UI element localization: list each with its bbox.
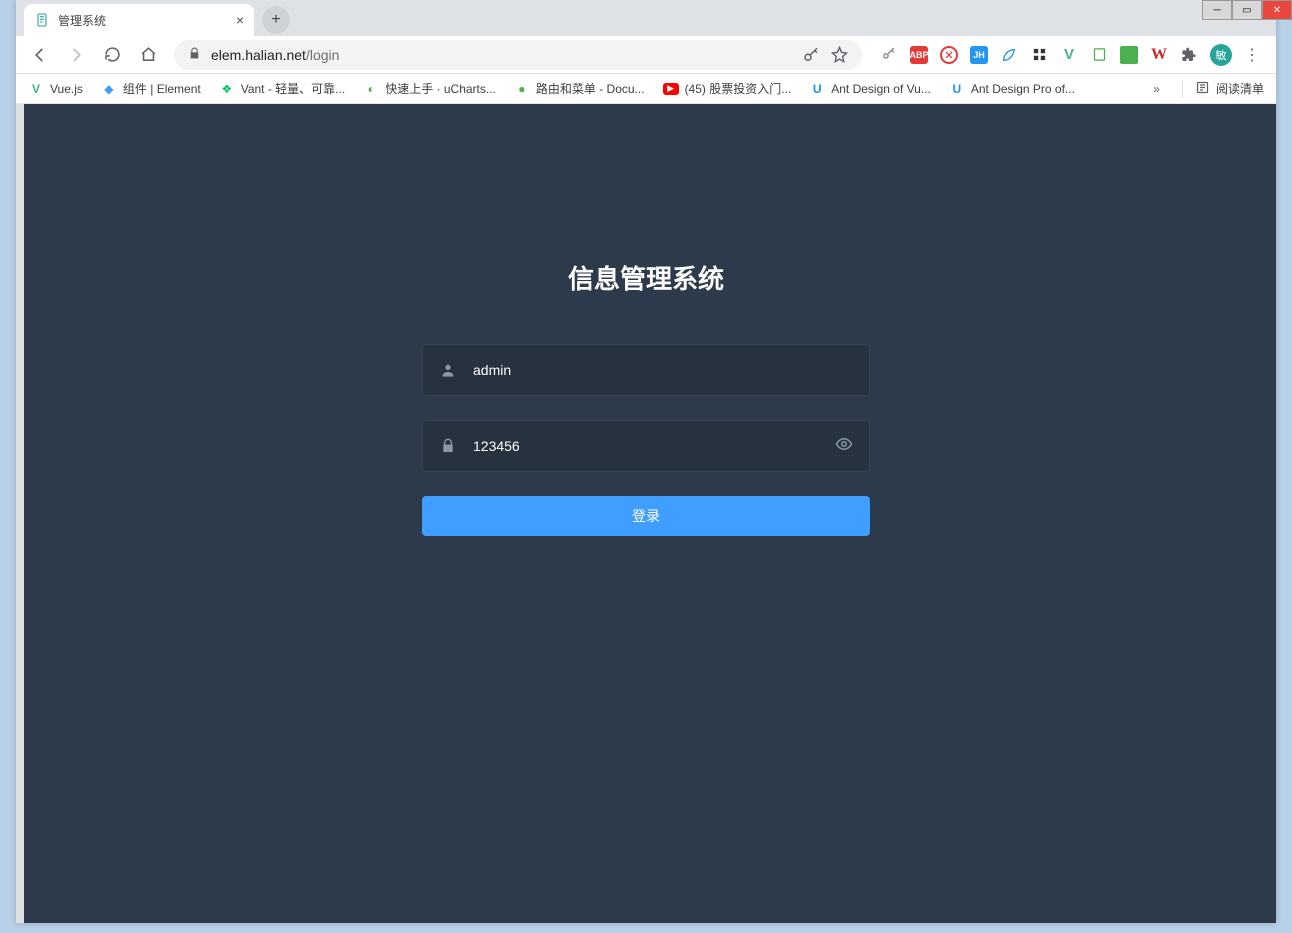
username-field-wrap	[422, 344, 870, 396]
bookmark-item[interactable]: ▶ (45) 股票投资入门...	[663, 80, 792, 97]
bookmark-icon: U	[809, 81, 825, 97]
password-key-icon[interactable]	[802, 46, 820, 64]
star-icon[interactable]	[830, 46, 848, 64]
bookmark-label: Ant Design of Vu...	[831, 82, 931, 96]
tab-strip: 管理系统 × +	[16, 0, 1276, 36]
bookmark-icon: ◐	[363, 81, 379, 97]
username-input[interactable]	[473, 345, 853, 395]
tab-title: 管理系统	[58, 12, 228, 29]
profile-avatar[interactable]: 敏	[1210, 44, 1232, 66]
address-bar[interactable]: elem.halian.net/login	[174, 40, 862, 70]
password-field-wrap	[422, 420, 870, 472]
extension-note-icon[interactable]	[1090, 46, 1108, 64]
tab-close-icon[interactable]: ×	[236, 12, 244, 28]
bookmark-label: (45) 股票投资入门...	[685, 80, 792, 97]
bookmark-label: 路由和菜单 - Docu...	[536, 80, 645, 97]
extension-vue-icon[interactable]: V	[1060, 46, 1078, 64]
bookmark-item[interactable]: U Ant Design Pro of...	[949, 81, 1075, 97]
bookmark-item[interactable]: ❖ Vant - 轻量、可靠...	[219, 80, 345, 97]
bookmark-icon: V	[28, 81, 44, 97]
extension-key-icon[interactable]	[880, 46, 898, 64]
login-form: 登录	[422, 344, 870, 536]
bookmarks-overflow-button[interactable]: »	[1149, 82, 1164, 96]
bookmark-icon: ❖	[219, 81, 235, 97]
window-close-button[interactable]: ✕	[1262, 0, 1292, 20]
bookmark-icon: ●	[514, 81, 530, 97]
toggle-password-visibility-icon[interactable]	[835, 435, 853, 458]
user-icon	[439, 362, 457, 378]
browser-toolbar: elem.halian.net/login ABP JH	[16, 36, 1276, 74]
bookmark-label: Vant - 轻量、可靠...	[241, 80, 345, 97]
bookmark-item[interactable]: ● 路由和菜单 - Docu...	[514, 80, 645, 97]
bookmark-label: Vue.js	[50, 82, 83, 96]
page-viewport: 信息管理系统 登录	[16, 104, 1276, 923]
login-button[interactable]: 登录	[422, 496, 870, 536]
bookmark-icon: ▶	[663, 83, 679, 95]
bookmark-icon: ◆	[101, 81, 117, 97]
bookmark-item[interactable]: ◆ 组件 | Element	[101, 80, 201, 97]
reading-list-button[interactable]: 阅读清单	[1182, 80, 1264, 98]
forward-button[interactable]	[60, 39, 92, 71]
window-controls: ─ ▭ ✕	[1202, 0, 1292, 20]
extension-jh-icon[interactable]: JH	[970, 46, 988, 64]
browser-tab[interactable]: 管理系统 ×	[24, 4, 254, 36]
window-minimize-button[interactable]: ─	[1202, 0, 1232, 20]
new-tab-button[interactable]: +	[262, 6, 290, 34]
bookmarks-bar: V Vue.js ◆ 组件 | Element ❖ Vant - 轻量、可靠..…	[16, 74, 1276, 104]
bookmark-item[interactable]: V Vue.js	[28, 81, 83, 97]
bookmark-label: 快速上手 · uCharts...	[385, 80, 496, 97]
bookmark-item[interactable]: ◐ 快速上手 · uCharts...	[363, 80, 496, 97]
url-host: elem.halian.net	[211, 47, 306, 63]
home-button[interactable]	[132, 39, 164, 71]
bookmark-label: 组件 | Element	[123, 80, 201, 97]
extension-abp-icon[interactable]: ABP	[910, 46, 928, 64]
bookmark-item[interactable]: U Ant Design of Vu...	[809, 81, 931, 97]
lock-icon	[439, 438, 457, 454]
browser-menu-button[interactable]: ⋮	[1244, 45, 1260, 65]
window-maximize-button[interactable]: ▭	[1232, 0, 1262, 20]
extension-circle-icon[interactable]	[940, 46, 958, 64]
login-title: 信息管理系统	[568, 259, 724, 296]
tab-favicon-icon	[34, 12, 50, 28]
reload-button[interactable]	[96, 39, 128, 71]
extension-leaf-icon[interactable]	[1000, 46, 1018, 64]
extension-w-icon[interactable]: W	[1150, 46, 1168, 64]
extension-green-icon[interactable]	[1120, 46, 1138, 64]
toolbar-extensions: ABP JH V W 敏 ⋮	[872, 44, 1268, 66]
extensions-puzzle-icon[interactable]	[1180, 46, 1198, 64]
url-text: elem.halian.net/login	[211, 47, 792, 63]
bookmark-icon: U	[949, 81, 965, 97]
reading-list-label: 阅读清单	[1216, 80, 1264, 97]
url-path: /login	[306, 47, 339, 63]
browser-window: 管理系统 × + elem.halian.net/login	[16, 0, 1276, 923]
back-button[interactable]	[24, 39, 56, 71]
page-left-edge	[16, 104, 24, 923]
extension-grid-icon[interactable]	[1030, 46, 1048, 64]
reading-list-icon	[1195, 80, 1210, 98]
bookmark-label: Ant Design Pro of...	[971, 82, 1075, 96]
password-input[interactable]	[473, 421, 819, 471]
lock-icon	[188, 47, 201, 63]
